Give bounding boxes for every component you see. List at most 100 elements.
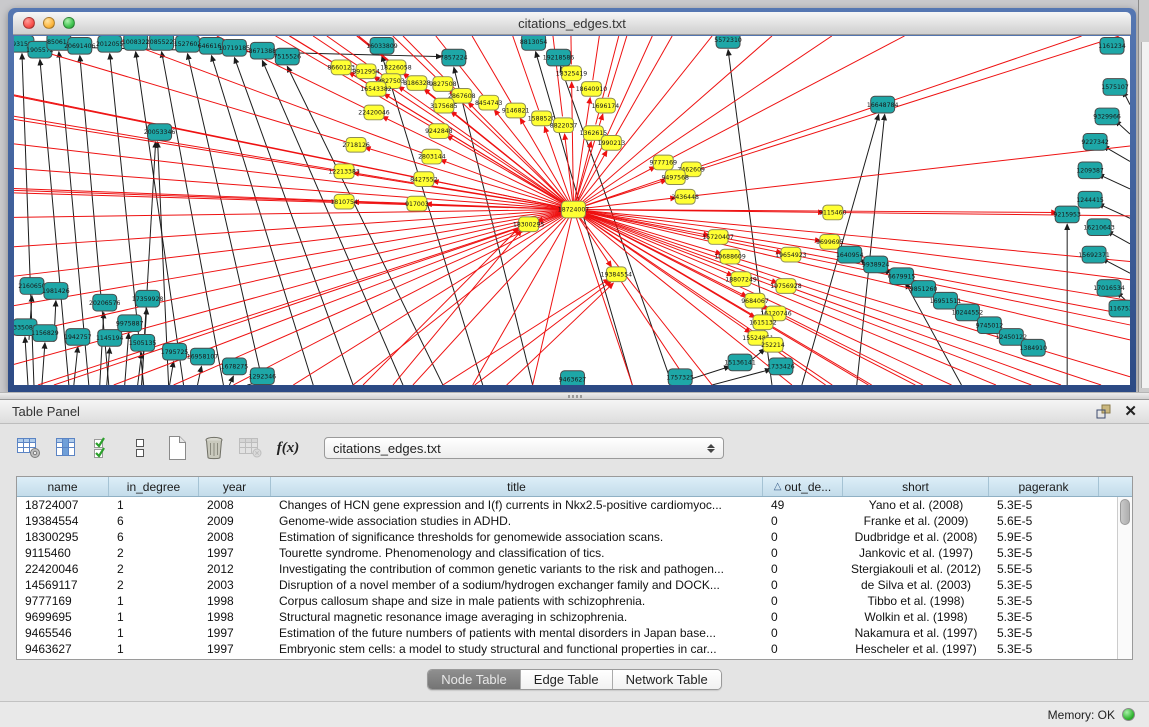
graph-node[interactable]: 6679915 [888, 268, 916, 285]
graph-node[interactable]: 15692371 [1078, 246, 1110, 263]
graph-node[interactable]: 5572310 [714, 36, 742, 48]
graph-node[interactable]: 1990213 [598, 136, 626, 151]
graph-node[interactable]: 8912954 [352, 64, 380, 79]
network-canvas[interactable]: 1872400786601238912954182260589827503165… [14, 36, 1130, 385]
table-settings-icon[interactable] [16, 435, 42, 461]
float-panel-icon[interactable] [1095, 404, 1112, 420]
graph-node[interactable]: 2436448 [671, 189, 699, 204]
graph-node[interactable]: 16648784 [867, 96, 899, 113]
graph-node[interactable]: 9745012 [976, 317, 1004, 334]
table-row[interactable]: 2242004622012Investigating the contribut… [17, 561, 1132, 577]
column-header-name[interactable]: name [17, 477, 109, 496]
graph-node[interactable]: 1209387 [1076, 162, 1104, 179]
graph-node[interactable]: 10855227 [146, 36, 178, 50]
graph-node[interactable]: 20691406 [64, 37, 96, 54]
graph-node[interactable]: 1696174 [592, 98, 620, 113]
graph-node[interactable]: 1757325 [666, 369, 694, 385]
graph-node[interactable]: 15136141 [724, 354, 756, 371]
graph-node[interactable]: 19218586 [543, 49, 575, 66]
graph-node[interactable]: 9329966 [1093, 108, 1121, 125]
graph-node[interactable]: 18325419 [556, 66, 588, 81]
column-header-in_degree[interactable]: in_degree [109, 477, 199, 496]
graph-node[interactable]: 2012055 [96, 36, 124, 52]
graph-node[interactable]: 8660123 [327, 60, 355, 75]
graph-node[interactable]: 9938924 [862, 256, 890, 273]
graph-node[interactable]: 9242848 [425, 124, 453, 139]
graph-node[interactable]: 8186328 [403, 76, 431, 91]
graph-node[interactable]: 17016534 [1093, 280, 1125, 297]
graph-node[interactable]: 1244415 [1076, 191, 1104, 208]
graph-node[interactable]: 9975887 [116, 315, 144, 332]
graph-node[interactable]: 1640954 [836, 246, 864, 263]
graph-node[interactable]: 8822037 [550, 118, 578, 133]
graph-node[interactable]: 1942757 [64, 329, 92, 346]
scrollbar-thumb[interactable] [1120, 499, 1130, 525]
column-header-short[interactable]: short [843, 477, 989, 496]
graph-node[interactable]: 9497568 [661, 170, 689, 185]
graph-node[interactable]: 12213383 [328, 164, 360, 179]
graph-node[interactable]: 18640910 [576, 82, 608, 97]
graph-node[interactable]: 1156829 [31, 325, 59, 342]
panel-splitter[interactable] [0, 392, 1149, 399]
graph-node[interactable]: 18724007 [558, 201, 590, 218]
graph-node[interactable]: 9463627 [559, 371, 587, 385]
column-header-pagerank[interactable]: pagerank [989, 477, 1099, 496]
graph-node[interactable]: 917003 [405, 196, 429, 211]
graph-node[interactable]: 1981426 [42, 283, 70, 300]
import-table-icon[interactable] [238, 435, 264, 461]
table-row[interactable]: 946362711997Embryonic stem cells: a mode… [17, 641, 1132, 657]
graph-node[interactable]: 1145194 [96, 330, 124, 347]
graph-node[interactable]: 9851260 [910, 281, 938, 298]
tab-edge-table[interactable]: Edge Table [521, 670, 613, 689]
citation-network-graph[interactable]: 1872400786601238912954182260589827503165… [14, 36, 1130, 385]
graph-node[interactable]: 19756928 [770, 279, 802, 294]
select-columns-icon[interactable] [53, 435, 79, 461]
graph-node[interactable]: 1575107 [1101, 79, 1129, 96]
table-row[interactable]: 969969511998Structural magnetic resonanc… [17, 609, 1132, 625]
graph-node[interactable]: 116753 [1109, 300, 1130, 317]
graph-node[interactable]: 9146821 [502, 103, 530, 118]
table-row[interactable]: 1872400712008Changes of HCN gene express… [17, 497, 1132, 513]
graph-node[interactable]: 8813054 [520, 36, 548, 50]
table-row[interactable]: 946554611997Estimation of the future num… [17, 625, 1132, 641]
graph-node[interactable]: 19654923 [775, 247, 807, 262]
graph-node[interactable]: 8427552 [410, 172, 438, 187]
graph-node[interactable]: 16033809 [366, 37, 398, 54]
graph-node[interactable]: 7515526 [274, 48, 302, 65]
graph-node[interactable]: 16958107 [187, 348, 219, 365]
graph-node[interactable]: 9215953 [1053, 206, 1081, 223]
graph-node[interactable]: 10719185 [219, 39, 251, 56]
graph-node[interactable]: 9115460 [819, 205, 847, 220]
graph-node[interactable]: 9227342 [1081, 134, 1109, 151]
graph-node[interactable]: 9827508 [429, 77, 457, 92]
graph-node[interactable]: 252214 [761, 337, 785, 352]
table-row[interactable]: 911546021997Tourette syndrome. Phenomeno… [17, 545, 1132, 561]
graph-node[interactable]: 3175685 [430, 98, 458, 113]
graph-node[interactable]: 1795725 [161, 343, 189, 360]
column-header-year[interactable]: year [199, 477, 271, 496]
table-row[interactable]: 1830029562008Estimation of significance … [17, 529, 1132, 545]
graph-node[interactable]: 19384554 [601, 267, 633, 282]
delete-icon[interactable] [201, 435, 227, 461]
table-row[interactable]: 1938455462009Genome-wide association stu… [17, 513, 1132, 529]
graph-node[interactable]: 1678275 [221, 358, 249, 375]
new-document-icon[interactable] [164, 435, 190, 461]
table-row[interactable]: 977716911998Corpus callosum shape and si… [17, 593, 1132, 609]
graph-node[interactable]: 1384910 [1020, 339, 1048, 356]
table-scrollbar[interactable] [1117, 497, 1132, 659]
tab-node-table[interactable]: Node Table [428, 670, 521, 689]
graph-node[interactable]: 9684067 [741, 293, 769, 308]
table-row[interactable]: 1456911722003Disruption of a novel membe… [17, 577, 1132, 593]
graph-node[interactable]: 1733426 [767, 358, 795, 375]
graph-node[interactable]: 9777169 [649, 155, 677, 170]
close-panel-icon[interactable]: ✕ [1124, 404, 1137, 419]
table-selector-dropdown[interactable]: citations_edges.txt [324, 437, 724, 459]
column-header-out_de[interactable]: △out_de... [763, 477, 843, 496]
column-header-title[interactable]: title [271, 477, 763, 496]
rows-icon[interactable] [127, 435, 153, 461]
graph-node[interactable]: 1292346 [249, 368, 277, 385]
graph-node[interactable]: 18226058 [380, 60, 412, 75]
graph-node[interactable]: 20053346 [144, 124, 176, 141]
graph-node[interactable]: 1810754 [330, 194, 358, 209]
function-builder-icon[interactable]: f(x) [275, 435, 301, 461]
